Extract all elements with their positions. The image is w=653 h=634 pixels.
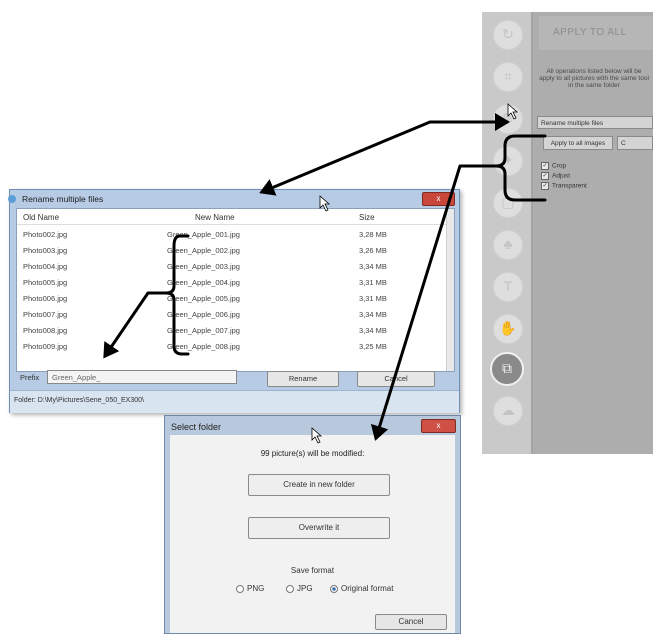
table-row[interactable]: Photo003.jpg Green_Apple_002.jpg 3,26 MB [17,243,447,259]
check-adjust[interactable]: ✓ Adjust [541,172,570,180]
rotate-icon[interactable]: ↻ [493,20,523,50]
dialog-title: Rename multiple files [22,194,104,204]
save-format-label: Save format [290,566,335,575]
radio-original-format[interactable]: Original format [330,584,393,593]
extra-button[interactable]: C [617,136,653,150]
table-row[interactable]: Photo008.jpg Green_Apple_007.jpg 3,34 MB [17,323,447,339]
cloud-icon[interactable]: ☁ [493,396,523,426]
create-new-folder-button[interactable]: Create in new folder [248,474,390,496]
dialog-title: Select folder [171,422,222,432]
overwrite-button[interactable]: Overwrite it [248,517,390,539]
prefix-input[interactable]: Green_Apple_ [47,370,237,384]
rename-multiple-button[interactable]: Rename multiple files [537,116,653,129]
close-button[interactable]: x [422,192,455,206]
check-crop[interactable]: ✓ Crop [541,162,566,170]
arrow-to-rename-dialog [259,120,432,196]
radio-icon[interactable] [286,584,294,593]
table-row[interactable]: Photo004.jpg Green_Apple_003.jpg 3,34 MB [17,259,447,275]
table-row[interactable]: Photo006.jpg Green_Apple_005.jpg 3,31 MB [17,291,447,307]
close-button[interactable]: x [421,419,456,433]
batch-icon[interactable]: ⧉ [490,352,524,386]
table-row[interactable]: Photo009.jpg Green_Apple_008.jpg 3,25 MB [17,339,447,355]
radio-png[interactable]: PNG [236,584,264,593]
checkbox-icon[interactable]: ✓ [541,172,549,180]
frame-icon[interactable]: ▢ [493,188,523,218]
table-row[interactable]: Photo005.jpg Green_Apple_004.jpg 3,31 MB [17,275,447,291]
table-row[interactable]: Photo007.jpg Green_Apple_006.jpg 3,34 MB [17,307,447,323]
rename-button[interactable]: Rename [267,371,339,387]
column-header-old-name[interactable]: Old Name [23,213,59,222]
app-icon [8,195,16,203]
radio-selected-icon[interactable] [330,584,338,593]
prefix-label: Prefix [20,373,40,382]
select-folder-dialog: Select folder x 99 picture(s) will be mo… [164,415,461,634]
text-icon[interactable]: T [493,272,523,302]
folder-path: Folder: D:\My\Pictures\Sene_050_EX300\ [14,397,144,404]
radio-jpg[interactable]: JPG [286,584,313,593]
vertical-scrollbar[interactable] [446,209,454,371]
stamp-icon[interactable]: ♣ [493,230,523,260]
rename-multiple-files-dialog: Rename multiple files x Old Name New Nam… [8,189,460,413]
status-bar: Folder: D:\My\Pictures\Sene_050_EX300\ [10,390,459,413]
check-transparent[interactable]: ✓ Transparent [541,182,587,190]
file-list[interactable]: Old Name New Name Size Photo002.jpg Green… [16,208,455,372]
table-row[interactable]: Photo002.jpg Green_Apple_001.jpg 3,28 MB [17,227,447,243]
apply-to-all-panel: APPLY TO ALL All operations listed below… [533,12,653,454]
column-header-new-name[interactable]: New Name [195,213,235,222]
header-divider [17,224,454,225]
cancel-button[interactable]: Cancel [357,371,435,387]
hand-icon[interactable]: ✋ [493,314,523,344]
side-panel: ↻ ⌗ ✎ ✦ ▢ ♣ T ✋ ⧉ ☁ APPLY TO ALL All ope… [482,12,653,454]
checkbox-icon[interactable]: ✓ [541,162,549,170]
radio-icon[interactable] [236,584,244,593]
column-header-size[interactable]: Size [359,213,375,222]
apply-to-all-images-button[interactable]: Apply to all images [543,136,613,150]
checkbox-icon[interactable]: ✓ [541,182,549,190]
panel-description: All operations listed below will be appl… [539,68,649,89]
apply-to-all-header[interactable]: APPLY TO ALL [539,16,653,50]
adjust-icon[interactable]: ✎ [493,104,523,134]
crop-icon[interactable]: ⌗ [493,62,523,92]
cancel-button[interactable]: Cancel [375,614,447,630]
modify-message: 99 picture(s) will be modified: [260,449,365,458]
tool-icon-strip: ↻ ⌗ ✎ ✦ ▢ ♣ T ✋ ⧉ ☁ [482,12,531,454]
effects-icon[interactable]: ✦ [493,146,523,176]
dialog-body: 99 picture(s) will be modified: Create i… [170,435,455,633]
